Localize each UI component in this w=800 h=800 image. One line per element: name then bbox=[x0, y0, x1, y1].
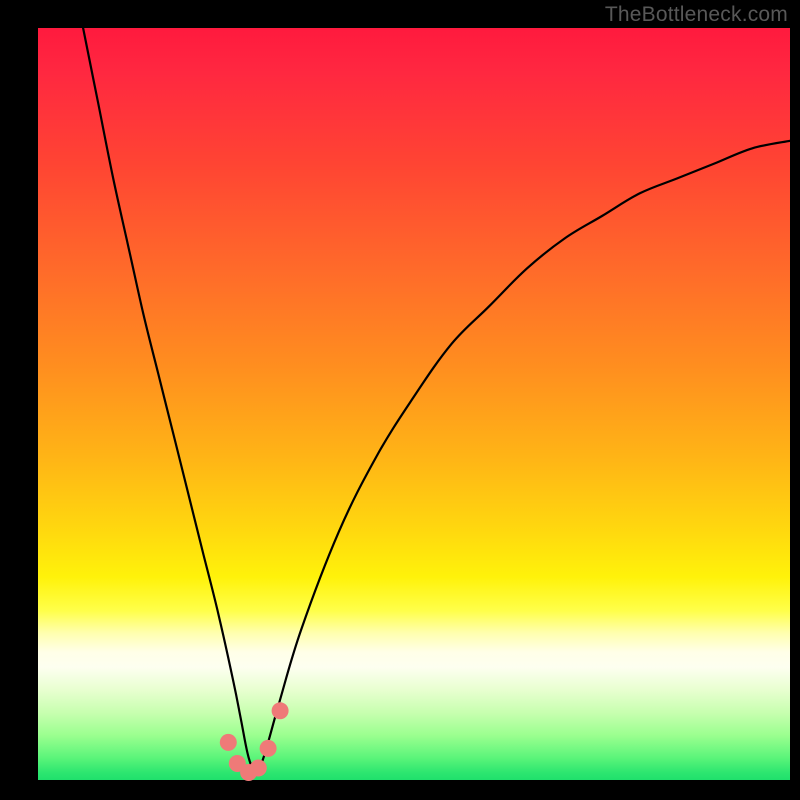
bottleneck-curve-svg bbox=[38, 28, 790, 780]
bottleneck-curve-path bbox=[83, 28, 790, 773]
chart-frame: TheBottleneck.com bbox=[0, 0, 800, 800]
watermark-text: TheBottleneck.com bbox=[605, 3, 788, 27]
marker-dot bbox=[250, 760, 267, 777]
marker-group bbox=[220, 702, 289, 781]
marker-dot bbox=[220, 734, 237, 751]
plot-area bbox=[38, 28, 790, 780]
marker-dot bbox=[272, 702, 289, 719]
marker-dot bbox=[260, 740, 277, 757]
